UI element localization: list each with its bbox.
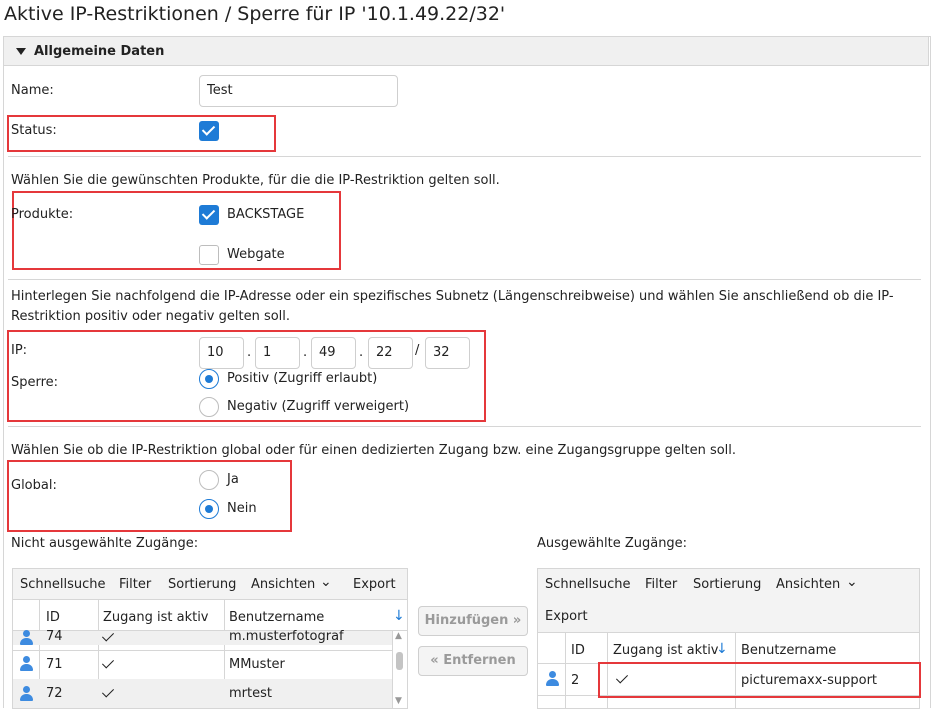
ip-octet-3-input[interactable]: 49: [311, 337, 356, 369]
sperre-negative-radio[interactable]: [199, 397, 219, 417]
views-button[interactable]: Ansichten: [251, 577, 315, 592]
remove-label: Entfernen: [443, 653, 516, 668]
export-button[interactable]: Export: [545, 609, 588, 624]
column-header-id[interactable]: ID: [46, 610, 60, 625]
global-no-radio[interactable]: [199, 499, 219, 519]
left-list-grid: ID Zugang ist aktiv Benutzername ↓ 74 m.…: [12, 599, 408, 709]
sort-button[interactable]: Sortierung: [693, 577, 761, 592]
products-label: Produkte:: [11, 207, 74, 222]
views-button[interactable]: Ansichten: [776, 577, 840, 592]
sperre-positive-label: Positiv (Zugriff erlaubt): [227, 371, 378, 386]
selected-row-highlight: [598, 662, 921, 698]
row-id: 74: [46, 629, 63, 644]
filter-button[interactable]: Filter: [645, 577, 677, 592]
global-highlight: [7, 460, 292, 532]
global-yes-radio[interactable]: [199, 470, 219, 490]
divider: [8, 279, 921, 280]
sperre-negative-label: Negativ (Zugriff verweigert): [227, 399, 410, 414]
row-id: 2: [571, 673, 580, 688]
name-input[interactable]: Test: [199, 75, 398, 107]
ip-octet-2-input[interactable]: 1: [255, 337, 300, 369]
right-list-label: Ausgewählte Zugänge:: [537, 536, 688, 551]
page-title: Aktive IP-Restriktionen / Sperre für IP …: [4, 3, 506, 25]
scroll-up-icon[interactable]: ▲: [395, 631, 402, 641]
check-icon: [101, 656, 115, 669]
column-header-active[interactable]: Zugang ist aktiv: [613, 643, 719, 658]
product-webgate-label: Webgate: [227, 247, 285, 262]
ip-prefix-input[interactable]: 32: [425, 337, 470, 369]
sort-button[interactable]: Sortierung: [168, 577, 236, 592]
product-webgate-checkbox[interactable]: [199, 245, 219, 265]
right-list-toolbar: Schnellsuche Filter Sortierung Ansichten…: [537, 568, 920, 633]
status-checkbox[interactable]: [199, 121, 219, 141]
export-button[interactable]: Export: [353, 577, 396, 592]
global-no-label: Nein: [227, 501, 257, 516]
chevron-down-icon[interactable]: ⌄: [846, 574, 858, 590]
row-username: m.musterfotograf: [229, 629, 344, 644]
arrow-down-icon[interactable]: ↓: [716, 641, 728, 657]
arrow-down-icon[interactable]: ↓: [393, 608, 405, 624]
add-label: Hinzufügen: [424, 613, 509, 628]
quicksearch-button[interactable]: Schnellsuche: [20, 577, 106, 592]
column-header-id[interactable]: ID: [571, 643, 585, 658]
sperre-label: Sperre:: [11, 375, 59, 390]
row-username: MMuster: [229, 657, 285, 672]
name-label: Name:: [11, 83, 54, 98]
quicksearch-button[interactable]: Schnellsuche: [545, 577, 631, 592]
section-label: Allgemeine Daten: [34, 44, 165, 59]
scroll-down-icon[interactable]: ▼: [395, 696, 402, 706]
ip-octet-4-input[interactable]: 22: [368, 337, 413, 369]
left-list-toolbar: Schnellsuche Filter Sortierung Ansichten…: [12, 568, 408, 600]
row-id: 71: [46, 657, 63, 672]
ip-slash: /: [415, 343, 420, 358]
ip-dot: .: [303, 345, 308, 360]
ip-dot: .: [359, 345, 364, 360]
products-hint: Wählen Sie die gewünschten Produkte, für…: [11, 173, 500, 188]
user-icon: [19, 630, 33, 646]
column-header-username[interactable]: Benutzername: [229, 610, 324, 625]
scrollbar-thumb[interactable]: [396, 652, 403, 670]
row-id: 72: [46, 686, 63, 701]
ip-hint-line2: Restriktion positiv oder negativ gelten …: [11, 309, 291, 324]
user-icon: [545, 671, 559, 687]
remove-button[interactable]: « Entfernen: [418, 646, 528, 676]
ip-octet-1-input[interactable]: 10: [199, 337, 244, 369]
ip-hint-line1: Hinterlegen Sie nachfolgend die IP-Adres…: [11, 289, 894, 304]
section-header[interactable]: Allgemeine Daten: [3, 36, 929, 66]
column-header-active[interactable]: Zugang ist aktiv: [103, 610, 209, 625]
left-list-label: Nicht ausgewählte Zugänge:: [11, 536, 199, 551]
global-yes-label: Ja: [227, 472, 239, 487]
products-highlight: [12, 191, 341, 270]
product-backstage-label: BACKSTAGE: [227, 207, 305, 222]
row-username: mrtest: [229, 686, 272, 701]
collapse-triangle-icon[interactable]: [16, 48, 26, 55]
ip-label: IP:: [11, 343, 28, 358]
status-label: Status:: [11, 123, 57, 138]
user-icon: [19, 656, 33, 672]
sperre-positive-radio[interactable]: [199, 369, 219, 389]
divider: [8, 156, 921, 157]
ip-dot: .: [247, 345, 252, 360]
global-label: Global:: [11, 478, 57, 493]
add-button[interactable]: Hinzufügen »: [418, 606, 528, 636]
double-chevron-left-icon: «: [430, 653, 439, 668]
double-chevron-right-icon: »: [512, 613, 522, 628]
filter-button[interactable]: Filter: [119, 577, 151, 592]
chevron-down-icon[interactable]: ⌄: [320, 574, 332, 590]
table-row[interactable]: [13, 679, 392, 708]
column-header-username[interactable]: Benutzername: [741, 643, 836, 658]
divider: [8, 426, 921, 427]
global-hint: Wählen Sie ob die IP-Restriktion global …: [11, 443, 737, 458]
user-icon: [19, 686, 33, 702]
product-backstage-checkbox[interactable]: [199, 205, 219, 225]
